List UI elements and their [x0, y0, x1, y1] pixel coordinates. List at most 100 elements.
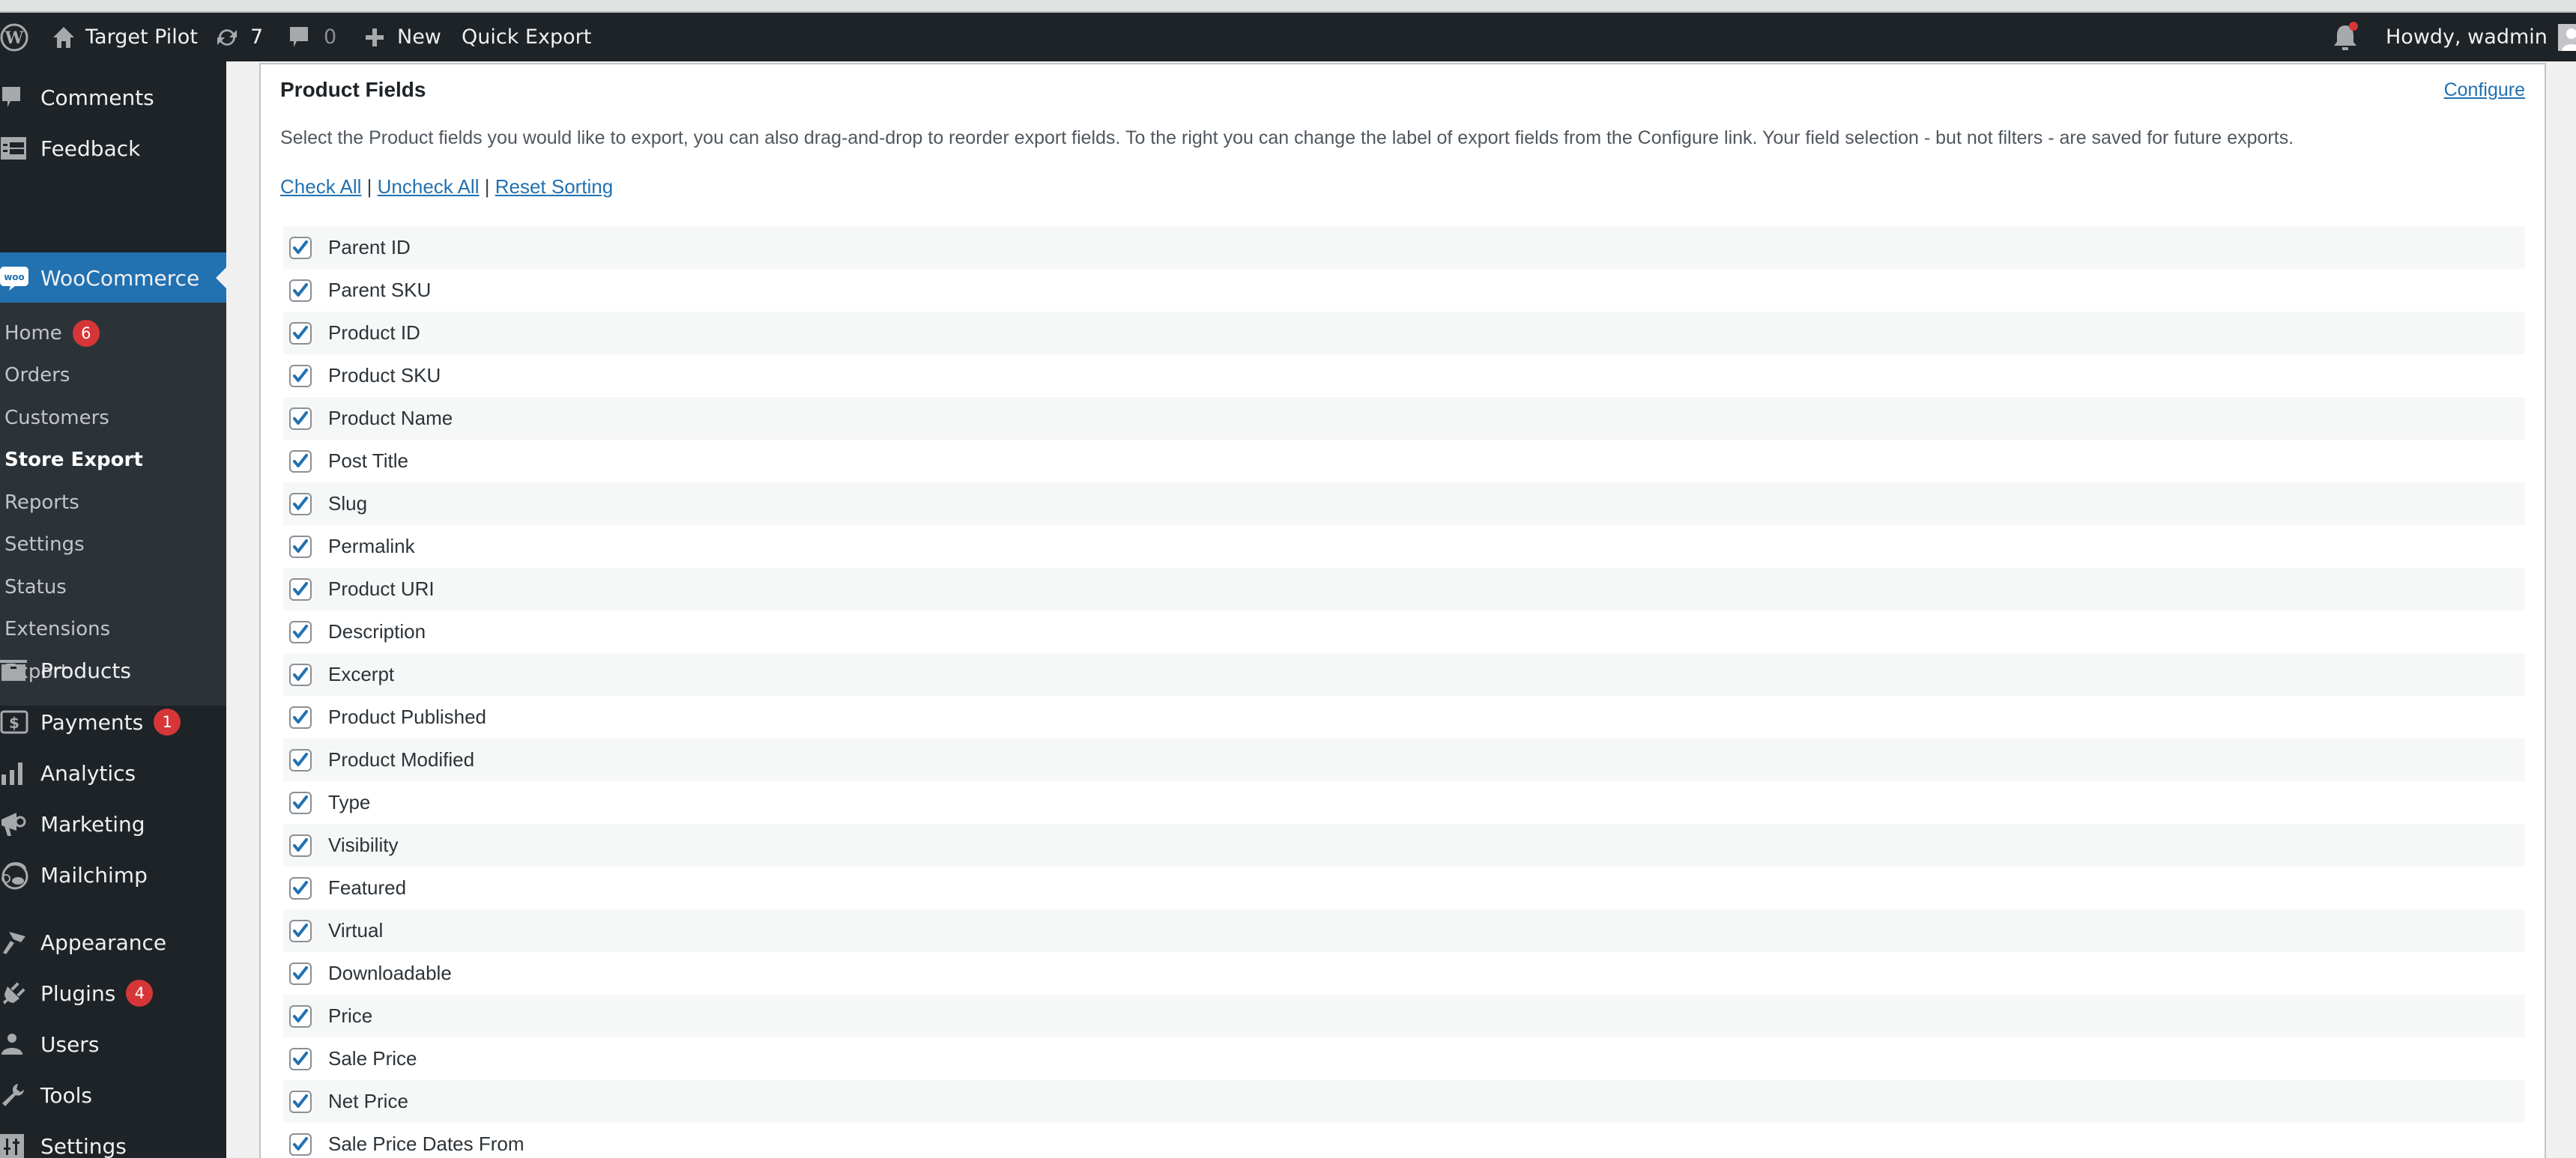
avatar: [2557, 23, 2576, 51]
field-checkbox[interactable]: [289, 919, 312, 942]
field-row[interactable]: Sale Price Dates From: [283, 1123, 2525, 1158]
field-row[interactable]: Permalink: [283, 525, 2525, 568]
sidebar-item-payments[interactable]: $ Payments 1: [0, 700, 226, 745]
field-row[interactable]: Parent ID: [283, 226, 2525, 269]
field-row[interactable]: Featured: [283, 867, 2525, 909]
field-label: Permalink: [328, 535, 415, 557]
wordpress-logo-button[interactable]: W: [0, 13, 28, 61]
field-checkbox[interactable]: [289, 1133, 312, 1156]
field-checkbox[interactable]: [289, 1090, 312, 1113]
field-label: Visibility: [328, 834, 399, 856]
field-row[interactable]: Product Published: [283, 696, 2525, 739]
new-content-link[interactable]: New: [364, 13, 441, 61]
sidebar-item-tools[interactable]: Tools: [0, 1073, 226, 1118]
field-checkbox[interactable]: [289, 364, 312, 387]
quick-export-link[interactable]: Quick Export: [462, 13, 591, 61]
field-row[interactable]: Visibility: [283, 824, 2525, 867]
submenu-item-reports[interactable]: Reports: [4, 484, 79, 521]
field-row[interactable]: Description: [283, 610, 2525, 653]
field-label: Product Name: [328, 407, 453, 429]
field-checkbox[interactable]: [289, 791, 312, 814]
field-row[interactable]: Virtual: [283, 909, 2525, 952]
check-all-link[interactable]: Check All: [280, 175, 361, 198]
field-row[interactable]: Excerpt: [283, 653, 2525, 696]
field-checkbox[interactable]: [289, 407, 312, 430]
field-checkbox[interactable]: [289, 321, 312, 345]
field-row[interactable]: Net Price: [283, 1080, 2525, 1123]
sidebar-item-marketing[interactable]: Marketing: [0, 801, 226, 846]
submenu-item-home[interactable]: Home 6: [4, 315, 100, 352]
submenu-label: Settings: [4, 533, 85, 556]
submenu-label: Store Export: [4, 449, 143, 471]
sidebar-item-comments[interactable]: Comments: [0, 75, 226, 120]
field-row[interactable]: Product Modified: [283, 739, 2525, 781]
field-checkbox[interactable]: [289, 748, 312, 772]
submenu-label: Home: [4, 322, 62, 345]
sidebar-item-label: Marketing: [40, 811, 145, 837]
field-label: Product Modified: [328, 748, 475, 771]
svg-text:W: W: [4, 28, 24, 48]
field-checkbox[interactable]: [289, 876, 312, 900]
field-checkbox[interactable]: [289, 492, 312, 515]
sidebar-item-mailchimp[interactable]: Mailchimp: [0, 852, 226, 897]
field-row[interactable]: Product SKU: [283, 354, 2525, 397]
field-row[interactable]: Post Title: [283, 440, 2525, 482]
configure-link[interactable]: Configure: [2444, 79, 2525, 101]
checkmark-icon: [293, 1051, 308, 1065]
field-row[interactable]: Slug: [283, 482, 2525, 525]
field-checkbox[interactable]: [289, 1004, 312, 1028]
sidebar-item-appearance[interactable]: Appearance: [0, 920, 226, 965]
submenu-item-settings[interactable]: Settings: [4, 526, 85, 563]
field-row[interactable]: Type: [283, 781, 2525, 824]
field-checkbox[interactable]: [289, 663, 312, 686]
sidebar-item-analytics[interactable]: Analytics: [0, 751, 226, 795]
field-label: Slug: [328, 492, 368, 515]
site-name-link[interactable]: Target Pilot: [51, 13, 198, 61]
field-checkbox[interactable]: [289, 620, 312, 643]
field-label: Parent ID: [328, 236, 411, 258]
field-checkbox[interactable]: [289, 578, 312, 601]
sidebar-item-label: Mailchimp: [40, 862, 148, 888]
updates-link[interactable]: 7: [214, 13, 263, 61]
admin-bar: W Target Pilot 7 0 New Quick Export Howd…: [0, 13, 2576, 61]
sidebar-item-label: Appearance: [40, 930, 167, 955]
field-checkbox[interactable]: [289, 1047, 312, 1070]
field-row[interactable]: Sale Price: [283, 1037, 2525, 1080]
home-badge: 6: [72, 320, 100, 347]
field-label: Net Price: [328, 1090, 408, 1112]
field-label: Product Published: [328, 706, 487, 728]
submenu-item-customers[interactable]: Customers: [4, 399, 109, 437]
sidebar-item-users[interactable]: Users: [0, 1022, 226, 1067]
sidebar-item-label: Plugins: [40, 980, 116, 1006]
field-checkbox[interactable]: [289, 834, 312, 857]
checkmark-icon: [293, 453, 308, 467]
field-checkbox[interactable]: [289, 706, 312, 729]
field-row[interactable]: Product ID: [283, 312, 2525, 354]
uncheck-all-link[interactable]: Uncheck All: [378, 175, 480, 198]
reset-sorting-link[interactable]: Reset Sorting: [495, 175, 614, 198]
sidebar-item-settings[interactable]: Settings: [0, 1124, 226, 1158]
sidebar-item-products[interactable]: Products: [0, 648, 226, 693]
field-checkbox[interactable]: [289, 236, 312, 259]
field-checkbox[interactable]: [289, 535, 312, 558]
sidebar-item-feedback[interactable]: Feedback: [0, 126, 226, 171]
field-checkbox[interactable]: [289, 279, 312, 302]
field-row[interactable]: Product URI: [283, 568, 2525, 610]
field-row[interactable]: Downloadable: [283, 952, 2525, 995]
submenu-item-store-export[interactable]: Store Export: [4, 441, 143, 479]
submenu-item-status[interactable]: Status: [4, 569, 67, 606]
comments-link[interactable]: 0: [288, 13, 336, 61]
payments-badge: 1: [154, 709, 181, 736]
sidebar-item-plugins[interactable]: Plugins 4: [0, 971, 226, 1016]
field-row[interactable]: Parent SKU: [283, 269, 2525, 312]
field-row[interactable]: Product Name: [283, 397, 2525, 440]
submenu-item-extensions[interactable]: Extensions: [4, 610, 110, 648]
sidebar-item-label: Payments: [40, 709, 144, 735]
field-row[interactable]: Price: [283, 995, 2525, 1037]
submenu-item-orders[interactable]: Orders: [4, 357, 70, 394]
field-checkbox[interactable]: [289, 962, 312, 985]
sidebar-item-woocommerce[interactable]: woo WooCommerce: [0, 252, 226, 303]
notifications-button[interactable]: [2330, 13, 2360, 61]
account-menu[interactable]: Howdy, wadmin: [2386, 13, 2576, 61]
field-checkbox[interactable]: [289, 449, 312, 473]
